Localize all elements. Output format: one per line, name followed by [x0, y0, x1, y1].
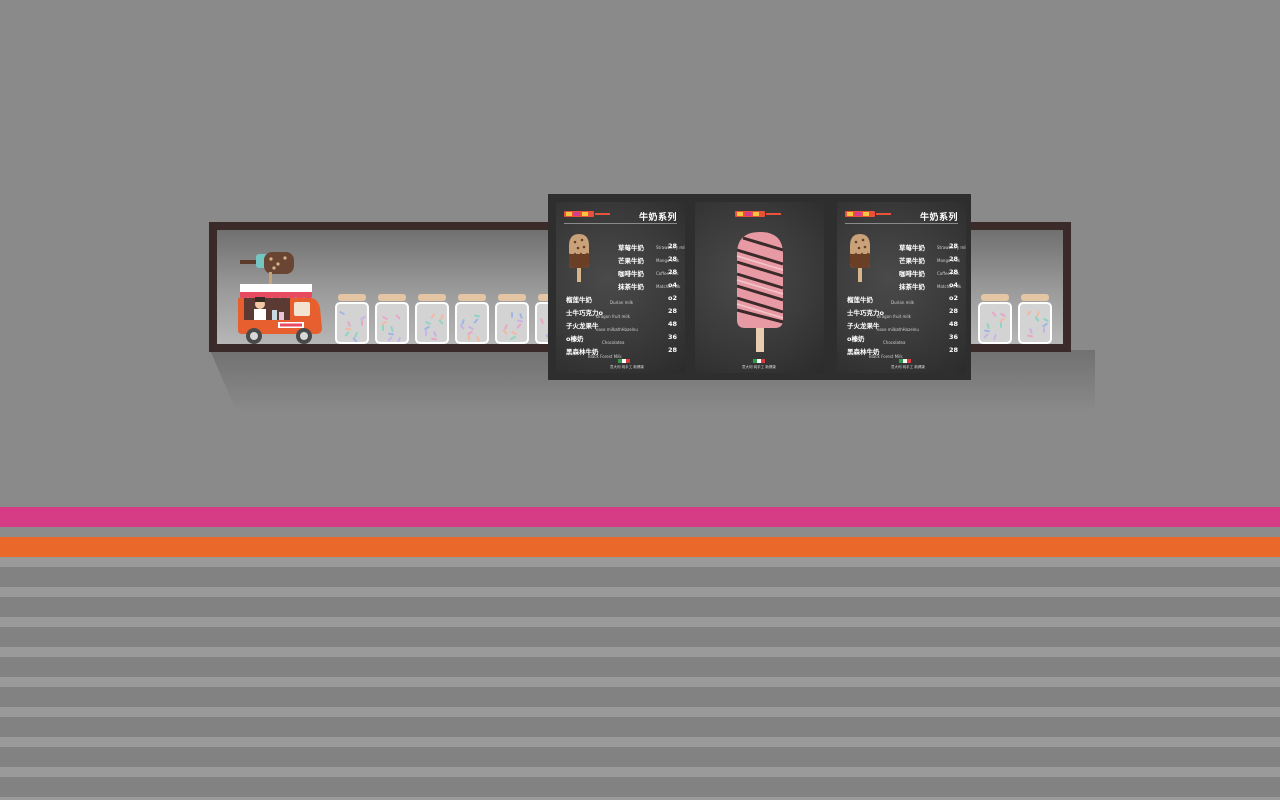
italy-flag-icon	[618, 359, 630, 363]
menu-item-price: 28	[667, 255, 677, 263]
menu-item-english: Chocolatea	[883, 340, 906, 345]
jar-body	[495, 302, 529, 344]
menu-item-english: ease milkathHazelnu	[596, 327, 638, 332]
striped-floor	[0, 557, 1280, 800]
menu-item-name: 芒果牛奶	[618, 257, 644, 265]
menu-list: 草莓牛奶 Strawberry milk 28 芒果牛奶 Mango milk 28 咖啡牛…	[556, 202, 685, 373]
menu-item-english: Dragon fruit milk	[877, 314, 911, 319]
menu-item-english: Dragon fruit milk	[596, 314, 630, 319]
menu-item-price: 48	[667, 320, 677, 328]
menu-item-price: 28	[667, 346, 677, 354]
sprinkles-icon	[983, 311, 1006, 340]
panel-footer: 意大利 纯手工 新健康	[742, 365, 776, 369]
candy-jar	[1018, 294, 1052, 344]
menu-item-price: o2	[668, 294, 677, 302]
menu-item-price: o4	[949, 281, 958, 289]
menu-board: 牛奶系列 草莓牛奶 Strawberry milk 28 芒果牛奶 Mango milk…	[548, 194, 971, 380]
jar-lid	[418, 294, 446, 301]
menu-item-price: 28	[948, 268, 958, 276]
orange-stripe	[0, 537, 1280, 557]
menu-item-name: 草莓牛奶	[618, 244, 644, 252]
menu-item-price: o4	[668, 281, 677, 289]
menu-item-english: ease milkathHazelnu	[877, 327, 919, 332]
menu-item-name: o榛奶	[847, 335, 865, 343]
menu-item-english: Durian milk	[610, 300, 634, 305]
sprinkles-icon	[1026, 310, 1049, 338]
menu-item-name: 咖啡牛奶	[618, 270, 644, 278]
jar-lid	[458, 294, 486, 301]
menu-item-name: 草莓牛奶	[899, 244, 925, 252]
jar-lid	[981, 294, 1009, 301]
jar-body	[335, 302, 369, 344]
italy-flag-icon	[899, 359, 911, 363]
menu-item-price: 48	[948, 320, 958, 328]
menu-item-price: 28	[948, 346, 958, 354]
menu-item-english: Black Forest Milk	[588, 354, 622, 359]
menu-item-price: 28	[948, 255, 958, 263]
ice-cream-truck-illustration	[238, 252, 322, 344]
menu-item-name: 抹茶牛奶	[899, 283, 925, 291]
sprinkles-icon	[502, 312, 523, 340]
menu-item-english: Durian milk	[891, 300, 915, 305]
menu-item-price: o2	[949, 294, 958, 302]
candy-jar	[415, 294, 449, 344]
gray-stripe	[0, 527, 1280, 537]
menu-item-price: 28	[667, 242, 677, 250]
sprinkles-icon	[459, 314, 480, 342]
sprinkles-icon	[424, 313, 444, 341]
menu-item-name: 咖啡牛奶	[899, 270, 925, 278]
candy-jar	[978, 294, 1012, 344]
menu-list: 草莓牛奶 Strawberry milk 28 芒果牛奶 Mango milk 28 咖啡牛…	[837, 202, 966, 373]
menu-item-name: 子火龙果牛	[566, 322, 599, 330]
menu-panel-right: 牛奶系列 草莓牛奶 Strawberry milk 28 芒果牛奶 Mango milk…	[837, 202, 966, 373]
candy-jar	[375, 294, 409, 344]
menu-item-name: 芒果牛奶	[899, 257, 925, 265]
menu-item-price: 36	[667, 333, 677, 341]
italy-flag-icon	[753, 359, 765, 363]
jar-lid	[378, 294, 406, 301]
candy-jar	[455, 294, 489, 344]
panel-footer: 意大利 纯手工 新健康	[610, 365, 644, 369]
pink-stripe	[0, 507, 1280, 527]
menu-item-price: 36	[948, 333, 958, 341]
menu-item-name: 抹茶牛奶	[618, 283, 644, 291]
menu-panel-center: 意大利 纯手工 新健康	[695, 202, 824, 373]
jar-lid	[498, 294, 526, 301]
menu-item-price: 28	[667, 268, 677, 276]
jar-body	[1018, 302, 1052, 344]
jar-body	[375, 302, 409, 344]
menu-panel-left: 牛奶系列 草莓牛奶 Strawberry milk 28 芒果牛奶 Mango milk…	[556, 202, 685, 373]
menu-item-price: 28	[667, 307, 677, 315]
brand-logo	[735, 211, 781, 217]
jar-body	[978, 302, 1012, 344]
menu-item-price: 28	[948, 242, 958, 250]
menu-item-name: 榴莲牛奶	[566, 296, 592, 304]
menu-item-english: Black Forest Milk	[869, 354, 903, 359]
jar-lid	[338, 294, 366, 301]
jar-body	[455, 302, 489, 344]
panel-footer: 意大利 纯手工 新健康	[891, 365, 925, 369]
menu-item-price: 28	[948, 307, 958, 315]
candy-jar	[335, 294, 369, 344]
sprinkles-icon	[339, 311, 366, 343]
jar-body	[415, 302, 449, 344]
sprinkles-icon	[381, 314, 401, 343]
menu-item-name: 榴莲牛奶	[847, 296, 873, 304]
menu-item-name: o榛奶	[566, 335, 584, 343]
jar-lid	[1021, 294, 1049, 301]
candy-jar	[495, 294, 529, 344]
strawberry-popsicle-image	[736, 232, 784, 352]
menu-item-name: 子火龙果牛	[847, 322, 880, 330]
menu-item-english: Chocolatea	[602, 340, 625, 345]
